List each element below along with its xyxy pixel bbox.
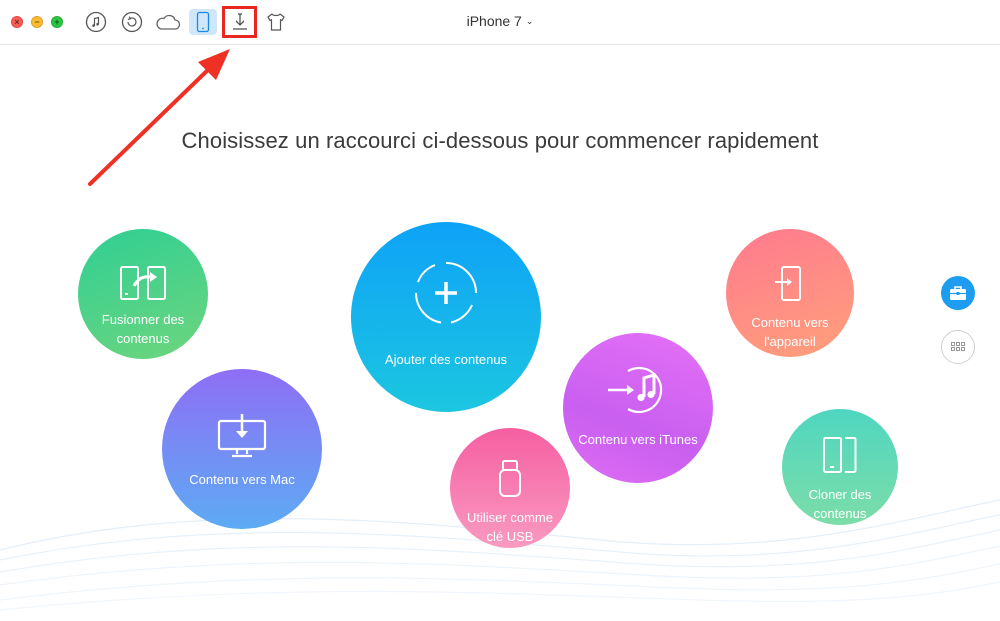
content-to-device-label-2: l'appareil <box>764 334 816 349</box>
add-content-shortcut[interactable]: Ajouter des contenus <box>351 222 541 412</box>
grid-icon <box>951 342 965 351</box>
itunes-transfer-icon <box>608 366 663 414</box>
content-to-itunes-label: Contenu vers iTunes <box>578 432 698 447</box>
merge-content-label-2: contenus <box>116 331 170 346</box>
toolkit-button[interactable] <box>941 276 975 310</box>
clone-phones-icon <box>823 437 857 473</box>
computer-download-icon <box>217 414 267 458</box>
clone-content-label-1: Cloner des <box>808 487 872 502</box>
merge-icon <box>120 266 166 300</box>
clone-content-shortcut[interactable]: Cloner des contenus <box>782 409 898 525</box>
chevron-down-icon: ⌄ <box>525 16 534 26</box>
clone-content-label-2: contenus <box>813 506 867 521</box>
usb-drive-icon <box>499 460 521 497</box>
add-circle-icon <box>415 262 477 324</box>
app-window: × − + iPhone 7 ⌄ Choisissez un raccourci… <box>0 0 1000 621</box>
toolkit-icon <box>950 286 966 300</box>
add-content-label: Ajouter des contenus <box>384 352 508 367</box>
annotation-arrow <box>88 49 230 186</box>
phone-import-icon <box>775 266 801 301</box>
grid-view-button[interactable] <box>941 330 975 364</box>
content-to-device-shortcut[interactable]: Contenu vers l'appareil <box>726 229 854 357</box>
use-as-usb-label-1: Utiliser comme <box>467 510 553 525</box>
use-as-usb-label-2: clé USB <box>486 529 534 544</box>
content-to-itunes-shortcut[interactable]: Contenu vers iTunes <box>563 333 713 483</box>
merge-content-label-1: Fusionner des <box>101 312 185 327</box>
page-headline: Choisissez un raccourci ci-dessous pour … <box>181 128 819 153</box>
content-to-mac-label: Contenu vers Mac <box>189 472 295 487</box>
content-to-mac-shortcut[interactable]: Contenu vers Mac <box>162 369 322 529</box>
device-name: iPhone 7 <box>466 13 522 29</box>
merge-content-shortcut[interactable]: Fusionner des contenus <box>78 229 208 359</box>
content-to-device-label-1: Contenu vers <box>751 315 829 330</box>
use-as-usb-shortcut[interactable]: Utiliser comme clé USB <box>450 428 570 548</box>
